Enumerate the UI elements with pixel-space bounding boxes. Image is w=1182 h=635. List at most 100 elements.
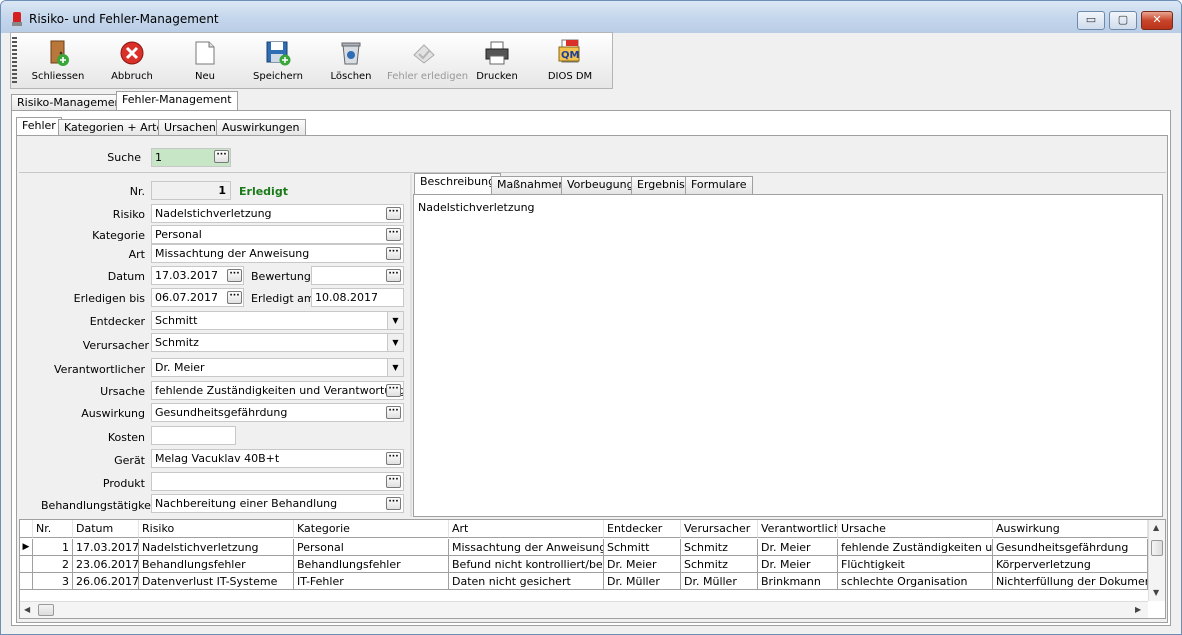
grid-vertical-scrollbar[interactable]: ▲ ▼	[1148, 520, 1165, 601]
cell-art[interactable]: Daten nicht gesichert	[449, 573, 604, 590]
kategorie-field[interactable]: Personal	[151, 225, 404, 244]
table-row[interactable]: 2 23.06.2017 Behandlungsfehler Behandlun…	[20, 556, 1148, 573]
cancel-button[interactable]: Abbruch	[95, 35, 169, 87]
bewertung-lookup-button[interactable]: ···	[386, 269, 401, 282]
risiko-field[interactable]: Nadelstichverletzung	[151, 204, 404, 223]
cell-entdecker[interactable]: Schmitt	[604, 539, 681, 556]
tab-ergebnis[interactable]: Ergebnis	[631, 176, 691, 194]
search-lookup-button[interactable]: ···	[214, 150, 229, 163]
table-row[interactable]: 3 26.06.2017 Datenverlust IT-Systeme IT-…	[20, 573, 1148, 590]
toolbar-grip[interactable]	[12, 37, 17, 85]
produkt-lookup-button[interactable]: ···	[386, 475, 401, 488]
grid-header-ursache[interactable]: Ursache	[838, 520, 993, 538]
close-app-button[interactable]: Schliessen	[21, 35, 95, 87]
maximize-button[interactable]: ▢	[1109, 11, 1137, 30]
cell-entdecker[interactable]: Dr. Müller	[604, 573, 681, 590]
cell-risiko[interactable]: Datenverlust IT-Systeme	[139, 573, 294, 590]
horizontal-scroll-thumb[interactable]	[38, 604, 54, 616]
grid-header-kategorie[interactable]: Kategorie	[294, 520, 449, 538]
grid-horizontal-scrollbar[interactable]: ◀ ▶	[20, 601, 1148, 618]
grid-header-art[interactable]: Art	[449, 520, 604, 538]
verursacher-select[interactable]: Schmitz	[151, 333, 404, 352]
cell-kategorie[interactable]: Personal	[294, 539, 449, 556]
tab-vorbeugung[interactable]: Vorbeugung	[561, 176, 640, 194]
cell-datum[interactable]: 23.06.2017	[73, 556, 139, 573]
table-row[interactable]: ▶ 1 17.03.2017 Nadelstichverletzung Pers…	[20, 539, 1148, 556]
cell-kategorie[interactable]: Behandlungsfehler	[294, 556, 449, 573]
grid-header-datum[interactable]: Datum	[73, 520, 139, 538]
behandlungstaetigkeit-lookup-button[interactable]: ···	[386, 497, 401, 510]
verursacher-dropdown-icon[interactable]: ▼	[387, 334, 403, 351]
scroll-right-icon[interactable]: ▶	[1135, 605, 1141, 614]
minimize-button[interactable]: ▭	[1077, 11, 1105, 30]
tab-formulare[interactable]: Formulare	[685, 176, 753, 194]
finish-error-button[interactable]: Fehler erledigen	[387, 35, 468, 87]
erledigt-am-field[interactable]: 10.08.2017	[311, 288, 404, 307]
cell-auswirkung[interactable]: Nichterfüllung der Dokumentatio	[993, 573, 1148, 590]
cell-risiko[interactable]: Nadelstichverletzung	[139, 539, 294, 556]
tab-beschreibung[interactable]: Beschreibung	[414, 173, 502, 195]
produkt-field[interactable]	[151, 472, 404, 491]
cell-verursacher[interactable]: Dr. Müller	[681, 573, 758, 590]
splitter[interactable]	[410, 174, 412, 517]
dios-dm-button[interactable]: QM DIOS DM	[533, 35, 607, 87]
scroll-up-icon[interactable]: ▲	[1153, 523, 1159, 532]
cell-verantwortlicher[interactable]: Dr. Meier	[758, 556, 838, 573]
cell-auswirkung[interactable]: Körperverletzung	[993, 556, 1148, 573]
datum-picker-button[interactable]: ···	[227, 269, 242, 282]
kosten-field[interactable]	[151, 426, 236, 445]
tab-massnahmen[interactable]: Maßnahmen	[491, 176, 572, 194]
cell-ursache[interactable]: Flüchtigkeit	[838, 556, 993, 573]
cell-kategorie[interactable]: IT-Fehler	[294, 573, 449, 590]
grid-header-nr[interactable]: Nr.	[33, 520, 73, 538]
cell-datum[interactable]: 26.06.2017	[73, 573, 139, 590]
cell-art[interactable]: Befund nicht kontrolliert/beachte	[449, 556, 604, 573]
new-button[interactable]: Neu	[168, 35, 242, 87]
cell-art[interactable]: Missachtung der Anweisung	[449, 539, 604, 556]
entdecker-dropdown-icon[interactable]: ▼	[387, 312, 403, 329]
cell-risiko[interactable]: Behandlungsfehler	[139, 556, 294, 573]
cell-nr[interactable]: 2	[33, 556, 73, 573]
description-editor[interactable]	[413, 194, 1163, 517]
title-bar[interactable]: Risiko- und Fehler-Management ▭ ▢ ✕	[1, 1, 1181, 33]
erledigen-bis-picker-button[interactable]: ···	[227, 291, 242, 304]
scroll-left-icon[interactable]: ◀	[24, 605, 30, 614]
delete-button[interactable]: Löschen	[314, 35, 388, 87]
auswirkung-lookup-button[interactable]: ···	[386, 406, 401, 419]
cell-datum[interactable]: 17.03.2017	[73, 539, 139, 556]
cell-verantwortlicher[interactable]: Brinkmann	[758, 573, 838, 590]
vertical-scroll-thumb[interactable]	[1151, 540, 1163, 556]
behandlungstaetigkeit-field[interactable]: Nachbereitung einer Behandlung	[151, 494, 404, 513]
art-lookup-button[interactable]: ···	[386, 247, 401, 260]
save-button[interactable]: Speichern	[241, 35, 315, 87]
auswirkung-field[interactable]: Gesundheitsgefährdung	[151, 403, 404, 422]
ursache-field[interactable]: fehlende Zuständigkeiten und Verantwortu…	[151, 381, 404, 400]
grid-header-verantwortlicher[interactable]: Verantwortlicher	[758, 520, 838, 538]
verantwortlicher-select[interactable]: Dr. Meier	[151, 358, 404, 377]
tab-fehler[interactable]: Fehler	[16, 117, 62, 137]
art-field[interactable]: Missachtung der Anweisung	[151, 244, 404, 263]
cell-verursacher[interactable]: Schmitz	[681, 556, 758, 573]
geraet-lookup-button[interactable]: ···	[386, 452, 401, 465]
entdecker-select[interactable]: Schmitt	[151, 311, 404, 330]
grid-header-risiko[interactable]: Risiko	[139, 520, 294, 538]
cell-nr[interactable]: 1	[33, 539, 73, 556]
cell-ursache[interactable]: schlechte Organisation	[838, 573, 993, 590]
print-button[interactable]: Drucken	[460, 35, 534, 87]
ursache-lookup-button[interactable]: ···	[386, 384, 401, 397]
close-window-button[interactable]: ✕	[1141, 11, 1173, 30]
cell-ursache[interactable]: fehlende Zuständigkeiten und V	[838, 539, 993, 556]
grid-header-auswirkung[interactable]: Auswirkung	[993, 520, 1148, 538]
cell-entdecker[interactable]: Dr. Meier	[604, 556, 681, 573]
tab-fehler-management[interactable]: Fehler-Management	[116, 91, 238, 112]
cell-auswirkung[interactable]: Gesundheitsgefährdung	[993, 539, 1148, 556]
scroll-down-icon[interactable]: ▼	[1153, 588, 1159, 597]
verantwortlicher-dropdown-icon[interactable]: ▼	[387, 359, 403, 376]
risiko-lookup-button[interactable]: ···	[386, 207, 401, 220]
kategorie-lookup-button[interactable]: ···	[386, 228, 401, 241]
cell-verursacher[interactable]: Schmitz	[681, 539, 758, 556]
grid-header-entdecker[interactable]: Entdecker	[604, 520, 681, 538]
geraet-field[interactable]: Melag Vacuklav 40B+t	[151, 449, 404, 468]
cell-nr[interactable]: 3	[33, 573, 73, 590]
grid-header-verursacher[interactable]: Verursacher	[681, 520, 758, 538]
